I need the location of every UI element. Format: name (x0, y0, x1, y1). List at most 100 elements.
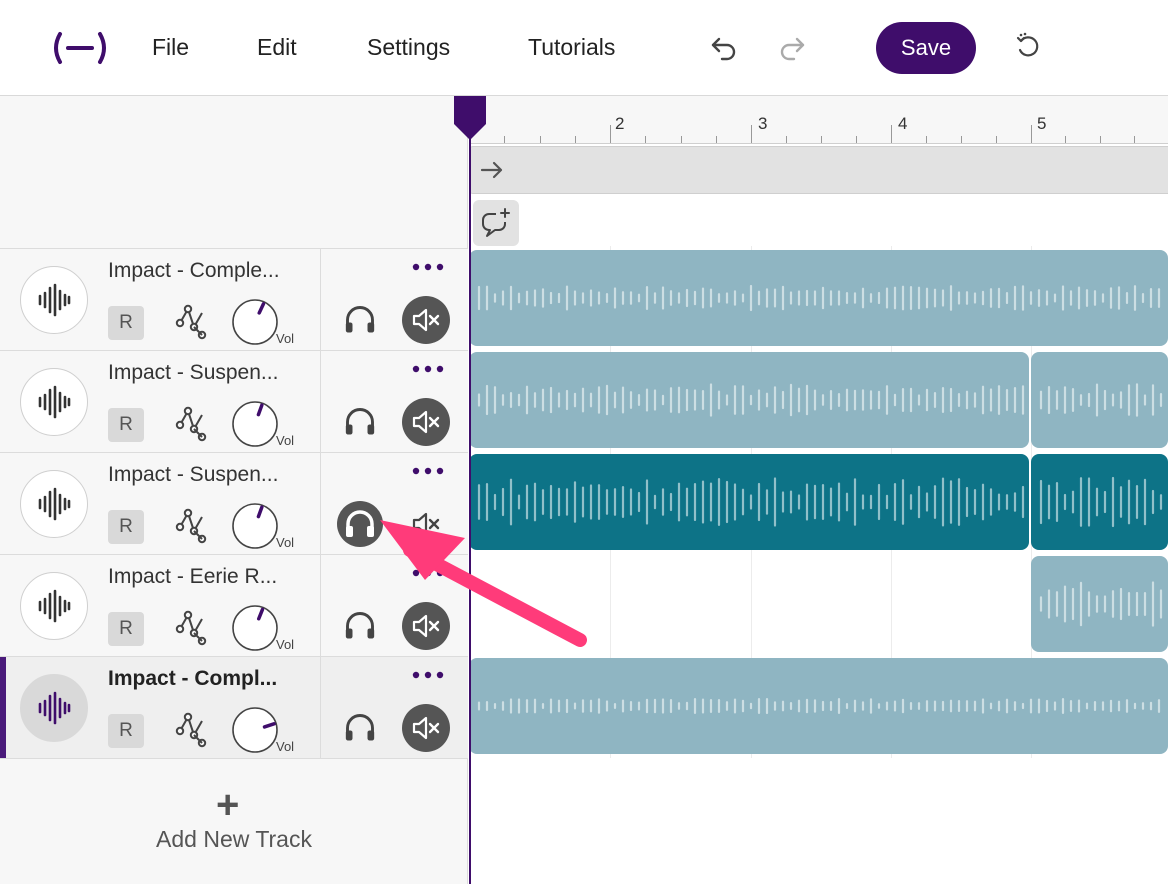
ruler-tick (715, 136, 717, 143)
volume-label: Vol (276, 535, 295, 550)
ruler-bar-number: 3 (758, 114, 768, 133)
track-instrument-button[interactable] (20, 674, 88, 742)
ruler-tick (610, 125, 611, 143)
track-name[interactable]: Impact - Compl... (108, 667, 277, 691)
record-arm-button[interactable]: R (108, 408, 144, 442)
volume-knob[interactable] (230, 297, 280, 347)
mute-button[interactable] (402, 296, 450, 344)
solo-button[interactable] (336, 398, 384, 446)
more-options-icon[interactable] (410, 461, 446, 481)
ruler-bar-number: 5 (1037, 114, 1047, 133)
ruler-tick (751, 125, 752, 143)
waveform-icon (38, 283, 71, 317)
playhead-handle[interactable] (453, 96, 487, 142)
more-options-icon[interactable] (410, 359, 446, 379)
automation-button[interactable] (172, 403, 210, 443)
ruler-tick (1099, 136, 1101, 143)
marker-lane[interactable] (469, 146, 1168, 194)
track-instrument-button[interactable] (20, 572, 88, 640)
headphones-icon (345, 306, 375, 333)
more-options-icon[interactable] (410, 665, 446, 685)
record-arm-button[interactable]: R (108, 510, 144, 544)
ruler-tick (821, 136, 822, 143)
track-header[interactable]: Impact - Suspen... R Vol (0, 452, 468, 555)
volume-label: Vol (276, 637, 295, 652)
automation-button[interactable] (172, 505, 210, 545)
track-name[interactable]: Impact - Suspen... (108, 463, 278, 487)
volume-knob[interactable] (230, 603, 280, 653)
mute-button[interactable] (402, 602, 450, 650)
track-name[interactable]: Impact - Comple... (108, 259, 280, 283)
column-divider (320, 351, 321, 453)
waveform-icon (38, 691, 71, 725)
track-header[interactable]: Impact - Compl... R Vol (0, 656, 468, 759)
automation-icon (175, 508, 207, 544)
volume-knob[interactable] (230, 399, 280, 449)
playhead-line (469, 120, 471, 884)
track-list-bottom-border (0, 758, 468, 759)
audio-clip[interactable] (469, 658, 1168, 754)
volume-knob[interactable] (230, 705, 280, 755)
mute-speaker-icon (412, 410, 440, 434)
audio-clip[interactable] (469, 352, 1029, 448)
undo-button[interactable] (706, 28, 742, 68)
menu-tutorials[interactable]: Tutorials (528, 34, 615, 61)
mute-button[interactable] (402, 500, 450, 548)
solo-button[interactable] (336, 296, 384, 344)
timeline-ruler[interactable]: 2 3 4 5 (469, 96, 1168, 144)
volume-knob-icon (232, 299, 278, 345)
add-comment-icon (482, 208, 510, 237)
volume-knob[interactable] (230, 501, 280, 551)
audio-clip[interactable] (469, 454, 1029, 550)
menu-edit[interactable]: Edit (257, 34, 297, 61)
track-instrument-button[interactable] (20, 266, 88, 334)
column-divider (320, 453, 321, 555)
track-instrument-button[interactable] (20, 470, 88, 538)
volume-label: Vol (276, 739, 295, 754)
track-instrument-button[interactable] (20, 368, 88, 436)
audio-clip[interactable] (1031, 454, 1168, 550)
track-header[interactable]: Impact - Comple... R Vol (0, 248, 468, 351)
solo-button[interactable] (336, 602, 384, 650)
timeline-area[interactable]: 2 3 4 5 (469, 96, 1168, 884)
record-arm-button[interactable]: R (108, 612, 144, 646)
mute-button[interactable] (402, 398, 450, 446)
ruler-tick (961, 136, 962, 143)
selected-track-indicator (0, 657, 6, 759)
more-options-icon[interactable] (410, 563, 446, 583)
track-name[interactable]: Impact - Suspen... (108, 361, 278, 385)
plus-icon: + (216, 783, 240, 827)
solo-button[interactable] (336, 500, 384, 548)
audio-clip[interactable] (1031, 556, 1168, 652)
mute-speaker-icon (412, 308, 440, 332)
menu-file[interactable]: File (152, 34, 189, 61)
add-new-track-button[interactable]: + Add New Track (0, 783, 468, 866)
menu-settings[interactable]: Settings (367, 34, 450, 61)
solo-button[interactable] (336, 704, 384, 752)
headphones-icon (345, 714, 375, 741)
clip-waveform (477, 383, 1025, 417)
audio-clip[interactable] (469, 250, 1168, 346)
waveform-icon (38, 589, 71, 623)
record-arm-button[interactable]: R (108, 306, 144, 340)
volume-knob-icon (232, 503, 278, 549)
track-header[interactable]: Impact - Suspen... R Vol (0, 350, 468, 453)
automation-button[interactable] (172, 607, 210, 647)
redo-button[interactable] (774, 28, 810, 68)
arrow-right-icon (480, 161, 503, 179)
more-options-icon[interactable] (410, 257, 446, 277)
mute-button[interactable] (402, 704, 450, 752)
add-comment-button[interactable] (473, 200, 519, 246)
app-logo[interactable] (50, 30, 110, 66)
headphones-icon (345, 408, 375, 435)
volume-label: Vol (276, 433, 295, 448)
automation-button[interactable] (172, 301, 210, 341)
audio-clip[interactable] (1031, 352, 1168, 448)
track-header[interactable]: Impact - Eerie R... R Vol (0, 554, 468, 657)
history-button[interactable] (1010, 26, 1046, 66)
undo-icon (711, 37, 736, 61)
record-arm-button[interactable]: R (108, 714, 144, 748)
automation-button[interactable] (172, 709, 210, 749)
save-button[interactable]: Save (876, 22, 976, 74)
track-name[interactable]: Impact - Eerie R... (108, 565, 277, 589)
